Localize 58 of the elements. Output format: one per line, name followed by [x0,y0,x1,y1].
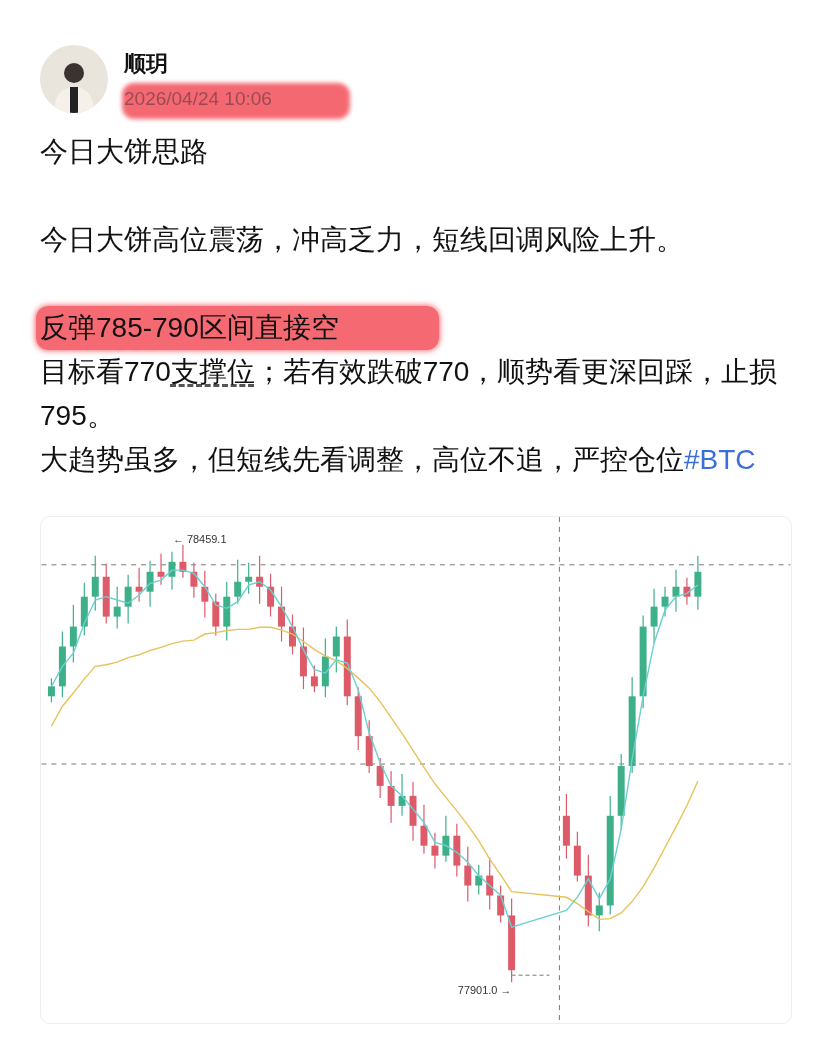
candlestick [267,572,275,617]
candlestick [289,613,296,655]
post-date: 2026/04/24 10:06 [124,88,272,109]
candlestick [245,561,253,594]
candlestick [256,554,264,604]
post-paragraph: 反弹785-790区间直接空 [36,305,439,350]
candlestick [497,884,505,923]
candlestick [683,576,691,605]
candlestick [453,822,461,877]
candlestick [562,792,570,859]
candlestick [223,580,231,641]
candlestick [420,803,428,854]
candlestick [278,585,285,642]
candlestick [113,585,121,629]
hashtag-link[interactable]: #BTC [684,443,756,475]
post-paragraph: 目标看770支撑位；若有效跌破770，顺势看更深回踩，止损795。 [40,354,779,433]
candlestick [168,550,176,590]
candlestick [179,543,187,578]
candlestick [431,831,439,869]
candlestick [58,630,66,698]
candlestick [310,664,318,693]
candlestick [409,780,417,841]
candlestick [672,568,680,612]
candlestick [332,625,340,673]
candlestick [212,592,220,636]
candlestick [464,845,472,902]
candlestick [124,573,132,624]
post-paragraph: 今日大饼高位震荡，冲高乏力，短线回调风险上升。 [40,222,684,257]
candlestick [694,554,702,610]
author-name[interactable]: 顺玥 [124,49,168,79]
candlestick [387,769,395,823]
candlestick [299,626,307,690]
candlestick [69,603,77,663]
candlestick [321,637,329,698]
low-price-label: 77901.0 → [457,983,512,996]
candlestick [354,686,362,751]
candlestick [135,566,143,602]
high-price-label: ← 78459.1 [172,532,227,545]
post-paragraph: 大趋势虽多，但短线先看调整，高位不追，严控仓位#BTC [40,442,756,477]
candlestick [573,830,581,882]
candlestick [201,569,209,618]
candlestick [475,863,483,895]
candlestick [650,587,658,644]
candlestick [376,756,384,798]
candlestick [365,719,373,774]
candlestick [47,677,55,703]
candlestick [157,552,165,585]
post-paragraph: 今日大饼思路 [40,134,208,169]
candlestick [661,585,669,617]
candlestick [442,814,450,862]
candlestick [234,558,242,604]
candlestick [102,562,110,624]
candlestick [398,772,406,816]
candlestick [595,891,603,932]
candlestick [190,561,198,598]
candlestick [80,581,88,636]
candlestick [91,554,99,611]
candlestick [146,559,154,607]
